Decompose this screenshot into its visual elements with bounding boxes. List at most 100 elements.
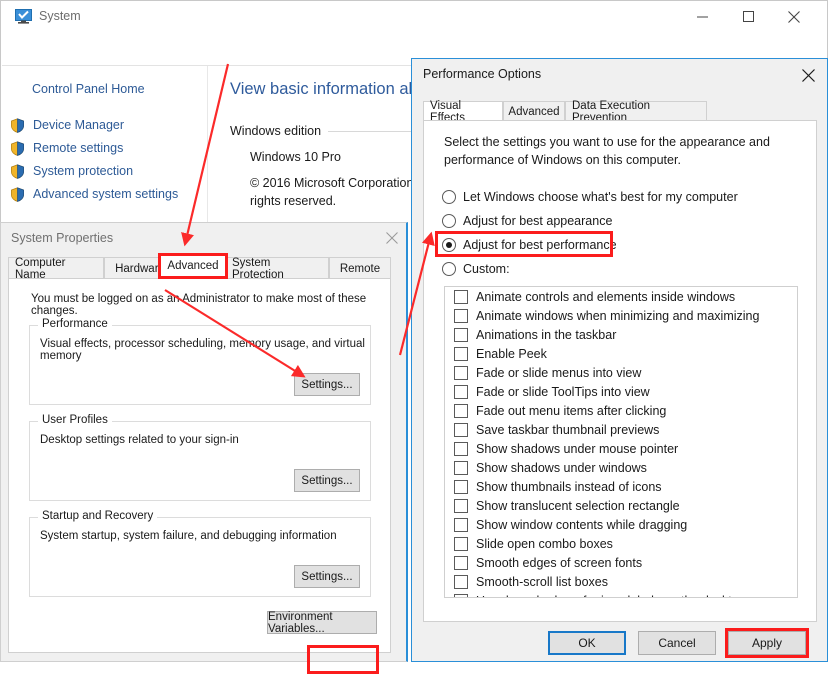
checkbox-icon[interactable] [454, 498, 468, 513]
checkbox-icon[interactable] [454, 365, 468, 380]
close-button[interactable] [795, 64, 821, 86]
list-item[interactable]: Fade out menu items after clicking [445, 401, 797, 420]
group-description: Visual effects, processor scheduling, me… [40, 338, 365, 362]
list-item-label: Fade out menu items after clicking [476, 403, 667, 418]
checkbox-icon[interactable] [454, 403, 468, 418]
list-item[interactable]: Enable Peek [445, 344, 797, 363]
list-item-label: Show thumbnails instead of icons [476, 479, 662, 494]
list-item-label: Fade or slide menus into view [476, 365, 642, 380]
sidebar-item-advanced-system-settings[interactable]: Advanced system settings [10, 183, 178, 205]
group-title: Startup and Recovery [38, 510, 158, 522]
maximize-button[interactable] [725, 1, 771, 32]
tab-computer-name[interactable]: Computer Name [8, 257, 104, 281]
visual-effects-panel: Select the settings you want to use for … [423, 120, 817, 622]
checkbox-icon[interactable] [454, 308, 468, 323]
group-title: Performance [38, 318, 112, 330]
radio-let-windows-choose[interactable]: Let Windows choose what's best for my co… [442, 187, 738, 207]
system-monitor-icon [15, 9, 32, 24]
shield-icon [11, 140, 24, 156]
list-item[interactable]: Slide open combo boxes [445, 534, 797, 553]
group-user-profiles: User Profiles Desktop settings related t… [29, 414, 371, 501]
section-title-windows-edition: Windows edition [230, 124, 322, 138]
radio-adjust-for-best-appearance[interactable]: Adjust for best appearance [442, 211, 612, 231]
list-item[interactable]: Show shadows under mouse pointer [445, 439, 797, 458]
user-profiles-settings-button[interactable]: Settings... [294, 469, 360, 492]
list-item-label: Animations in the taskbar [476, 327, 617, 342]
checkbox-icon[interactable] [454, 460, 468, 475]
minimize-icon [696, 16, 708, 18]
sidebar-item-label: System protection [33, 164, 134, 178]
maximize-icon [742, 11, 754, 22]
list-item[interactable]: Smooth edges of screen fonts [445, 553, 797, 572]
sidebar-item-control-panel-home[interactable]: Control Panel Home [32, 82, 145, 96]
tab-data-execution-prevention[interactable]: Data Execution Prevention [565, 100, 707, 124]
group-description: System startup, system failure, and debu… [40, 530, 337, 542]
performance-options-titlebar: Performance Options [412, 59, 827, 91]
checkbox-icon[interactable] [454, 327, 468, 342]
checkbox-icon[interactable] [454, 479, 468, 494]
best-performance-highlight [435, 231, 613, 257]
performance-settings-button[interactable]: Settings... [294, 373, 360, 396]
close-icon [386, 232, 398, 244]
cancel-button[interactable]: Cancel [638, 631, 716, 655]
tab-advanced[interactable]: Advanced [158, 253, 228, 279]
list-item[interactable]: Use drop shadows for icon labels on the … [445, 591, 797, 598]
panel-description-line-2: performance of Windows on this computer. [444, 153, 681, 167]
list-item-label: Animate controls and elements inside win… [476, 289, 736, 304]
checkbox-icon[interactable] [454, 536, 468, 551]
list-item[interactable]: Animations in the taskbar [445, 325, 797, 344]
checkbox-icon[interactable] [454, 574, 468, 589]
list-item-label: Show shadows under mouse pointer [476, 441, 679, 456]
close-button[interactable] [771, 1, 817, 32]
list-item-label: Animate windows when minimizing and maxi… [476, 308, 760, 323]
list-item[interactable]: Smooth-scroll list boxes [445, 572, 797, 591]
tab-remote[interactable]: Remote [329, 257, 391, 279]
radio-icon [442, 190, 456, 204]
sidebar-item-device-manager[interactable]: Device Manager [10, 114, 124, 136]
sidebar-item-remote-settings[interactable]: Remote settings [10, 137, 123, 159]
checkbox-icon[interactable] [454, 422, 468, 437]
group-description: Desktop settings related to your sign-in [40, 434, 239, 446]
list-item[interactable]: Show window contents while dragging [445, 515, 797, 534]
copyright-line-2: rights reserved. [250, 194, 337, 208]
checkbox-icon[interactable] [454, 289, 468, 304]
checkbox-icon[interactable] [454, 384, 468, 399]
environment-variables-button[interactable]: Environment Variables... [267, 611, 377, 635]
checkbox-icon[interactable] [454, 593, 468, 597]
list-item-label: Smooth-scroll list boxes [476, 574, 608, 589]
minimize-button[interactable] [679, 1, 725, 32]
list-item[interactable]: Show shadows under windows [445, 458, 797, 477]
dialog-title: System Properties [11, 231, 114, 245]
page-title: View basic information abo [230, 80, 427, 98]
shield-icon [11, 186, 24, 202]
checkbox-icon[interactable] [454, 441, 468, 456]
ok-button[interactable]: OK [548, 631, 626, 655]
checkbox-icon[interactable] [454, 555, 468, 570]
checkbox-icon[interactable] [454, 517, 468, 532]
tab-system-protection[interactable]: System Protection [225, 257, 329, 281]
list-item[interactable]: Show thumbnails instead of icons [445, 477, 797, 496]
checkbox-icon[interactable] [454, 346, 468, 361]
tab-visual-effects[interactable]: Visual Effects [423, 100, 503, 124]
tab-advanced[interactable]: Advanced [503, 101, 565, 121]
group-startup-and-recovery: Startup and Recovery System startup, sys… [29, 510, 371, 597]
dialog-title: Performance Options [423, 67, 542, 81]
close-button[interactable] [381, 228, 403, 248]
list-item-label: Use drop shadows for icon labels on the … [476, 594, 746, 598]
list-item[interactable]: Animate windows when minimizing and maxi… [445, 306, 797, 325]
control-panel-titlebar: System [1, 1, 827, 33]
list-item[interactable]: Animate controls and elements inside win… [445, 287, 797, 306]
list-item[interactable]: Show translucent selection rectangle [445, 496, 797, 515]
performance-options-tabstrip: Visual Effects Advanced Data Execution P… [423, 100, 817, 124]
visual-effects-list[interactable]: Animate controls and elements inside win… [444, 286, 798, 598]
system-properties-titlebar: System Properties [1, 223, 406, 253]
startup-recovery-settings-button[interactable]: Settings... [294, 565, 360, 588]
radio-custom[interactable]: Custom: [442, 259, 510, 279]
system-properties-tabstrip: Computer Name Hardware Advanced System P… [8, 253, 391, 281]
list-item[interactable]: Save taskbar thumbnail previews [445, 420, 797, 439]
group-performance: Performance Visual effects, processor sc… [29, 318, 371, 405]
list-item[interactable]: Fade or slide ToolTips into view [445, 382, 797, 401]
sidebar-item-system-protection[interactable]: System protection [10, 160, 133, 182]
list-item-label: Save taskbar thumbnail previews [476, 422, 660, 437]
list-item[interactable]: Fade or slide menus into view [445, 363, 797, 382]
